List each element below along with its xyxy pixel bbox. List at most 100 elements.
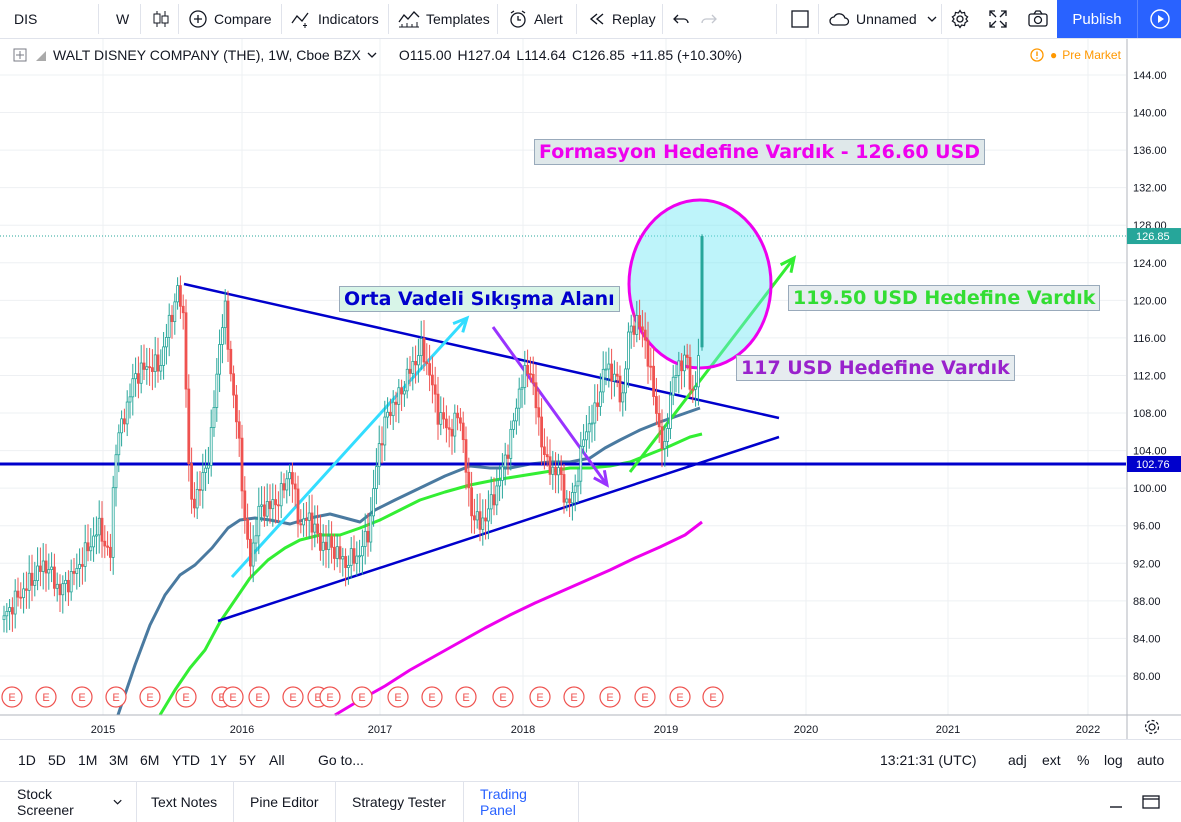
collapse-icon[interactable] — [13, 48, 27, 62]
candle-body — [545, 454, 549, 458]
tab-text-notes[interactable]: Text Notes — [137, 782, 234, 822]
earnings-marker[interactable]: E — [139, 686, 161, 708]
range-5d[interactable]: 5D — [48, 740, 66, 780]
tab-pine-editor[interactable]: Pine Editor — [234, 782, 336, 822]
annotation-target3[interactable]: 117 USD Hedefine Vardık — [736, 355, 1015, 381]
auto-toggle[interactable]: auto — [1137, 740, 1164, 780]
log-toggle[interactable]: log — [1104, 740, 1123, 780]
earnings-marker[interactable]: E — [421, 686, 443, 708]
candle-body — [145, 366, 149, 370]
earnings-marker[interactable]: E — [387, 686, 409, 708]
earnings-marker[interactable]: E — [529, 686, 551, 708]
range-1m[interactable]: 1M — [78, 740, 97, 780]
chart-area[interactable]: EEEEEEEEEEEEEEEEEEEEEEE 144.00 140.00 136.… — [0, 39, 1181, 739]
range-ytd[interactable]: YTD — [172, 740, 200, 780]
tab-trading-panel[interactable]: Trading Panel — [464, 782, 579, 822]
earnings-marker[interactable]: E — [105, 686, 127, 708]
premarket-dot: ● — [1050, 48, 1058, 62]
earnings-marker[interactable]: E — [492, 686, 514, 708]
indicators-button[interactable]: Indicators — [290, 0, 379, 38]
range-label: 1D — [18, 752, 36, 768]
tab-stock-screener[interactable]: Stock Screener — [0, 782, 137, 822]
undo-button[interactable] — [672, 0, 690, 38]
earnings-marker[interactable]: E — [634, 686, 656, 708]
fullscreen-button[interactable] — [988, 0, 1008, 38]
candle-body — [388, 411, 392, 417]
earnings-marker[interactable]: E — [222, 686, 244, 708]
undo-icon — [673, 14, 689, 24]
candle-body — [590, 422, 594, 425]
percent-toggle[interactable]: % — [1077, 740, 1089, 780]
candle-body — [458, 417, 462, 424]
earnings-marker[interactable]: E — [1, 686, 23, 708]
compare-button[interactable]: Compare — [188, 0, 272, 38]
earnings-marker[interactable]: E — [455, 686, 477, 708]
earnings-marker[interactable]: E — [71, 686, 93, 708]
range-3m[interactable]: 3M — [109, 740, 128, 780]
tab-strategy-tester[interactable]: Strategy Tester — [336, 782, 464, 822]
earnings-marker-label: E — [229, 692, 236, 704]
templates-button[interactable]: Templates — [398, 0, 490, 38]
alert-button[interactable]: Alert — [508, 0, 563, 38]
chevron-down-icon[interactable] — [367, 50, 377, 60]
range-1y[interactable]: 1Y — [210, 740, 227, 780]
snapshot-button[interactable] — [1027, 0, 1049, 38]
minimize-panel-button[interactable] — [1108, 782, 1124, 822]
candle-body — [498, 479, 502, 487]
candle-body — [296, 488, 300, 525]
candle-body — [201, 472, 205, 491]
earnings-marker[interactable]: E — [563, 686, 585, 708]
divider — [497, 4, 498, 34]
candle-body — [408, 368, 412, 374]
clock-button[interactable]: 13:21:31 (UTC) — [880, 740, 976, 780]
earnings-marker[interactable]: E — [175, 686, 197, 708]
annotation-target1[interactable]: Formasyon Hedefine Vardık - 126.60 USD — [534, 139, 986, 165]
time-tick-label: 2017 — [368, 724, 392, 736]
candle-body — [610, 363, 613, 382]
symbol-search[interactable]: DIS — [14, 0, 37, 38]
range-6m[interactable]: 6M — [140, 740, 159, 780]
earnings-marker[interactable]: E — [669, 686, 691, 708]
settings-button[interactable] — [950, 0, 970, 38]
price-tick-label: 140.00 — [1133, 108, 1167, 120]
ext-toggle[interactable]: ext — [1042, 740, 1061, 780]
play-button[interactable] — [1137, 0, 1181, 38]
candle-body — [195, 489, 199, 509]
goto-button[interactable]: Go to... — [318, 740, 364, 780]
candle-body — [433, 384, 437, 395]
symbol-title[interactable]: WALT DISNEY COMPANY (THE), 1W, Cboe BZX — [53, 47, 361, 63]
candle-body — [523, 364, 527, 388]
replay-button[interactable]: Replay — [588, 0, 656, 38]
earnings-marker[interactable]: E — [248, 686, 270, 708]
earnings-marker[interactable]: E — [319, 686, 341, 708]
gear-icon[interactable] — [1144, 719, 1160, 735]
maximize-panel-button[interactable] — [1142, 782, 1160, 822]
redo-button[interactable] — [700, 0, 718, 38]
annotation-compression[interactable]: Orta Vadeli Sıkışma Alanı — [339, 286, 620, 312]
candle-body — [627, 331, 630, 370]
earnings-marker[interactable]: E — [599, 686, 621, 708]
candle-body — [164, 336, 168, 348]
candle-body — [41, 560, 45, 572]
candle-body — [67, 579, 70, 593]
publish-button[interactable]: Publish — [1057, 0, 1137, 38]
chart-style-button[interactable] — [152, 0, 170, 38]
layout-menu[interactable]: Unnamed — [828, 0, 937, 38]
earnings-marker[interactable]: E — [351, 686, 373, 708]
earnings-marker[interactable]: E — [282, 686, 304, 708]
earnings-marker[interactable]: E — [702, 686, 724, 708]
range-5y[interactable]: 5Y — [239, 740, 256, 780]
range-all[interactable]: All — [269, 740, 285, 780]
fullscreen-layout-button[interactable] — [790, 0, 810, 38]
earnings-marker-label: E — [78, 692, 85, 704]
interval-button[interactable]: W — [116, 0, 129, 38]
candle-body — [321, 541, 325, 551]
candle-body — [318, 532, 322, 551]
candle-body — [136, 373, 140, 384]
adj-toggle[interactable]: adj — [1008, 740, 1027, 780]
earnings-marker[interactable]: E — [35, 686, 57, 708]
annotation-target2[interactable]: 119.50 USD Hedefine Vardık — [788, 285, 1101, 311]
candle-body — [543, 446, 546, 455]
premarket-indicator[interactable]: ● Pre Market — [1030, 48, 1121, 62]
range-1d[interactable]: 1D — [18, 740, 36, 780]
